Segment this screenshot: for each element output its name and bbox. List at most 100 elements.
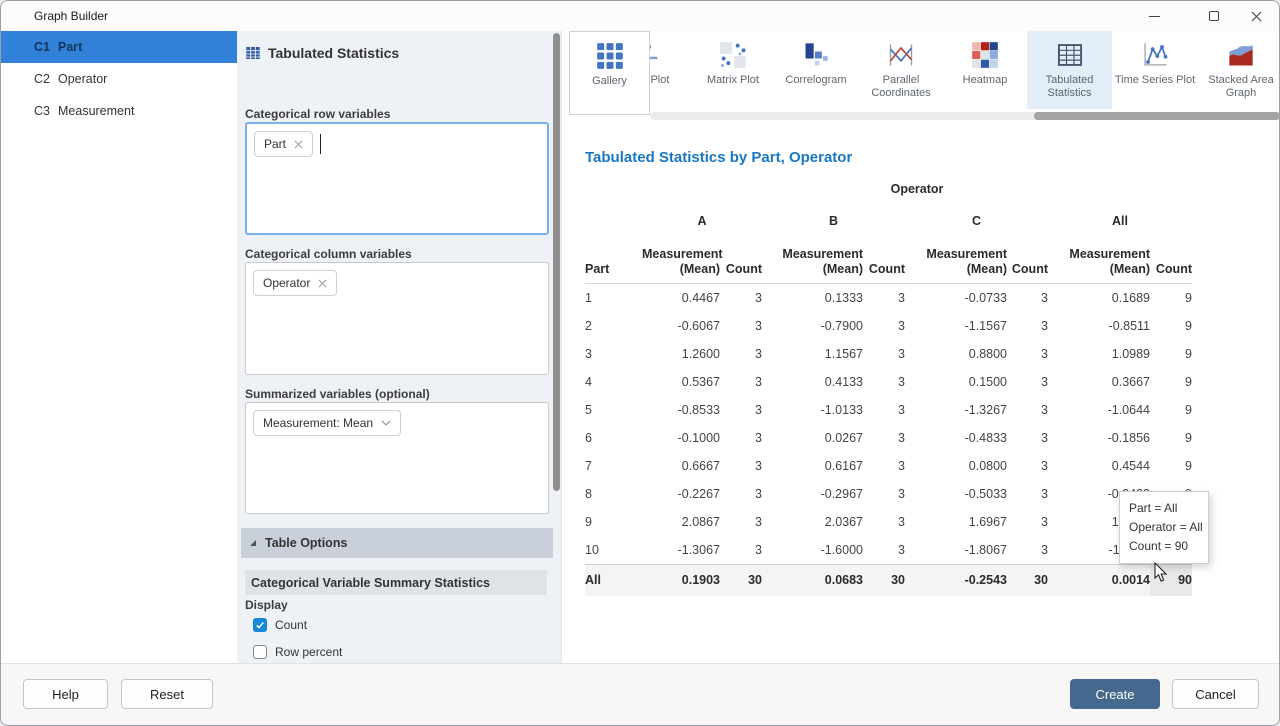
- sidebar-item-measurement[interactable]: C3Measurement: [1, 95, 237, 127]
- measurement-mean-header: Measurement(Mean): [762, 236, 863, 284]
- data-cell: -0.1856: [1048, 424, 1150, 452]
- gallery-item-correlogram[interactable]: Correlogram: [774, 31, 858, 109]
- measurement-mean-header: Measurement(Mean): [1048, 236, 1150, 284]
- checkbox-unchecked[interactable]: [253, 645, 267, 659]
- data-cell: -0.4833: [905, 424, 1007, 452]
- gallery-button[interactable]: Gallery: [569, 31, 650, 115]
- checkbox-row-row-percent[interactable]: Row percent: [253, 643, 360, 660]
- row-variables-label: Categorical row variables: [245, 107, 390, 121]
- row-label-7: 7: [585, 452, 642, 480]
- close-button[interactable]: [1234, 1, 1278, 31]
- gallery-item-matrix-plot[interactable]: Matrix Plot: [691, 31, 775, 109]
- data-cell: -1.6000: [762, 536, 863, 564]
- total-cell: 30: [863, 564, 905, 596]
- data-cell: 3: [720, 284, 762, 312]
- data-cell: 0.6167: [762, 452, 863, 480]
- table-options-header[interactable]: Table Options: [241, 528, 553, 558]
- data-cell: 3: [720, 368, 762, 396]
- data-cell: -0.1000: [642, 424, 720, 452]
- data-cell: 3: [720, 452, 762, 480]
- data-cell: -0.6067: [642, 312, 720, 340]
- data-cell: 1.6967: [905, 508, 1007, 536]
- checkbox-checked[interactable]: [253, 618, 267, 632]
- gallery-item-time-series-plot[interactable]: Time Series Plot: [1110, 31, 1200, 109]
- graph-builder-window: Graph Builder C1PartC2OperatorC3Measurem…: [0, 0, 1280, 726]
- row-label-9: 9: [585, 508, 642, 536]
- data-cell: 9: [1150, 424, 1192, 452]
- minimize-button[interactable]: [1132, 1, 1176, 31]
- data-cell: 0.5367: [642, 368, 720, 396]
- count-header: Count: [1150, 236, 1192, 284]
- help-button[interactable]: Help: [23, 679, 108, 709]
- remove-chip-icon[interactable]: [318, 279, 327, 288]
- data-cell: 3: [863, 340, 905, 368]
- chip-operator[interactable]: Operator: [253, 270, 337, 296]
- data-cell: 3: [1007, 480, 1048, 508]
- total-cell: -0.2543: [905, 564, 1007, 596]
- dialog-footer: Help Reset Create Cancel: [1, 663, 1280, 726]
- data-cell: 3: [1007, 340, 1048, 368]
- gallery-horizontal-scrollbar[interactable]: [650, 112, 1280, 120]
- total-cell: 0.0683: [762, 564, 863, 596]
- chip-part[interactable]: Part: [254, 131, 313, 157]
- title-bar[interactable]: Graph Builder: [1, 1, 1280, 31]
- data-cell: 3: [1007, 452, 1048, 480]
- row-label-4: 4: [585, 368, 642, 396]
- sidebar-item-part[interactable]: C1Part: [1, 31, 237, 63]
- data-cell: 3: [863, 396, 905, 424]
- gallery-scrollbar-thumb[interactable]: [1034, 112, 1280, 120]
- maximize-button[interactable]: [1192, 1, 1236, 31]
- cancel-button[interactable]: Cancel: [1172, 679, 1259, 709]
- data-cell: 3: [863, 424, 905, 452]
- table-title: Tabulated Statistics by Part, Operator: [585, 149, 852, 166]
- gallery-item-parallel-coordinates[interactable]: Parallel Coordinates: [859, 31, 943, 109]
- display-label: Display: [245, 598, 288, 612]
- data-cell: 3: [720, 536, 762, 564]
- mouse-cursor: [1154, 562, 1169, 588]
- chip-measurement-mean[interactable]: Measurement: Mean: [253, 410, 401, 436]
- chevron-down-icon[interactable]: [381, 420, 391, 426]
- data-cell: 3: [720, 508, 762, 536]
- total-cell: 0.1903: [642, 564, 720, 596]
- checkbox-row-count[interactable]: Count: [253, 616, 360, 633]
- data-cell: 1.2600: [642, 340, 720, 368]
- reset-button[interactable]: Reset: [121, 679, 213, 709]
- data-cell: 0.4544: [1048, 452, 1150, 480]
- data-cell: 3: [1007, 312, 1048, 340]
- row-label-2: 2: [585, 312, 642, 340]
- data-cell: -1.3267: [905, 396, 1007, 424]
- remove-chip-icon[interactable]: [294, 140, 303, 149]
- text-caret: [320, 134, 321, 154]
- gallery-item-heatmap[interactable]: Heatmap: [943, 31, 1027, 109]
- collapse-icon: [249, 539, 257, 547]
- data-cell: 3: [720, 396, 762, 424]
- data-cell: 2.0367: [762, 508, 863, 536]
- data-cell: 3: [863, 508, 905, 536]
- data-cell: 9: [1150, 368, 1192, 396]
- create-button[interactable]: Create: [1070, 679, 1160, 709]
- summary-statistics-subheader: Categorical Variable Summary Statistics: [245, 570, 547, 595]
- data-cell: 9: [1150, 340, 1192, 368]
- data-cell: -0.7900: [762, 312, 863, 340]
- data-cell: -0.8533: [642, 396, 720, 424]
- data-cell: 3: [1007, 508, 1048, 536]
- row-label-6: 6: [585, 424, 642, 452]
- summarized-variables-dropzone[interactable]: Measurement: Mean: [245, 402, 549, 514]
- sidebar-item-operator[interactable]: C2Operator: [1, 63, 237, 95]
- tabulated-statistics-icon: [1027, 39, 1112, 71]
- panel-vertical-scrollbar[interactable]: [553, 33, 560, 491]
- data-cell: 2.0867: [642, 508, 720, 536]
- data-cell: 3: [720, 480, 762, 508]
- total-cell: 30: [720, 564, 762, 596]
- row-label-10: 10: [585, 536, 642, 564]
- close-icon: [1251, 11, 1262, 22]
- row-variables-dropzone[interactable]: Part: [245, 122, 549, 235]
- gallery-item-stacked-area-graph[interactable]: Stacked Area Graph: [1200, 31, 1280, 109]
- parallel-coordinates-icon: [859, 39, 943, 71]
- count-header: Count: [863, 236, 905, 284]
- data-cell: 0.4133: [762, 368, 863, 396]
- data-cell: -1.0133: [762, 396, 863, 424]
- column-variables-dropzone[interactable]: Operator: [245, 262, 549, 375]
- data-cell: 3: [863, 536, 905, 564]
- gallery-item-tabulated-statistics[interactable]: Tabulated Statistics: [1027, 31, 1112, 109]
